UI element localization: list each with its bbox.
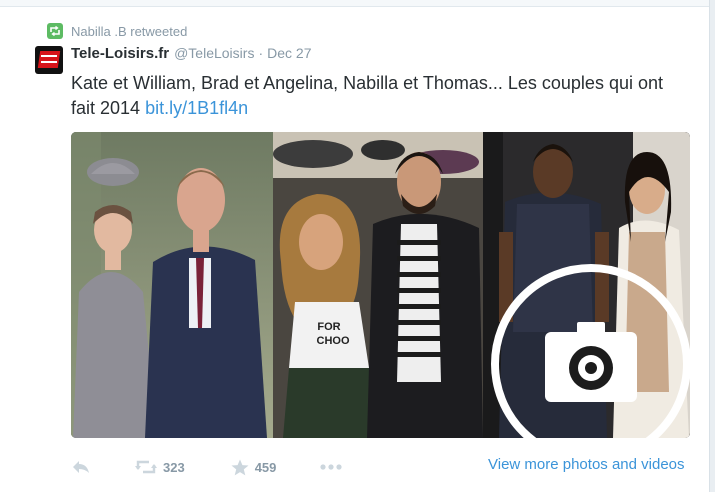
top-frame-border [0,0,715,7]
retweet-button[interactable]: 323 [135,459,185,475]
right-scrollbar-track[interactable] [709,0,715,492]
nabilla-thomas-photo[interactable]: FOR CHOO [273,132,483,438]
favorite-count: 459 [254,459,277,475]
tweet-text: Kate et William, Brad et Angelina, Nabil… [71,71,691,121]
retweet-count: 323 [163,459,185,475]
tweet-date[interactable]: Dec 27 [267,45,311,61]
author-name[interactable]: Tele-Loisirs.fr [71,45,169,62]
retweet-icon [47,23,63,39]
avatar[interactable] [35,46,63,74]
star-icon [231,459,249,475]
author-handle[interactable]: @TeleLoisirs [174,45,254,61]
header-separator: · [258,45,264,61]
favorite-button[interactable]: 459 [231,459,277,476]
tweet-link[interactable]: bit.ly/1B1fl4n [145,98,248,118]
kate-william-photo[interactable] [71,132,273,438]
retweet-label[interactable]: Nabilla .B retweeted [71,24,187,39]
media-grid[interactable]: FOR CHOO [71,132,690,438]
kanye-kim-photo[interactable] [483,132,690,438]
reply-button[interactable] [71,459,91,475]
retweet-action-icon [135,460,157,474]
svg-text:FOR: FOR [317,321,340,333]
more-button[interactable] [320,464,343,470]
tweet-header: Tele-Loisirs.fr @TeleLoisirs · Dec 27 [71,45,311,65]
more-icon [320,464,343,470]
tweet-actions: 323 459 [71,456,343,478]
view-more-photos-link[interactable]: View more photos and videos [488,456,685,473]
svg-text:CHOO: CHOO [317,335,350,347]
retweet-context: Nabilla .B retweeted [47,22,187,40]
reply-icon [73,461,89,473]
